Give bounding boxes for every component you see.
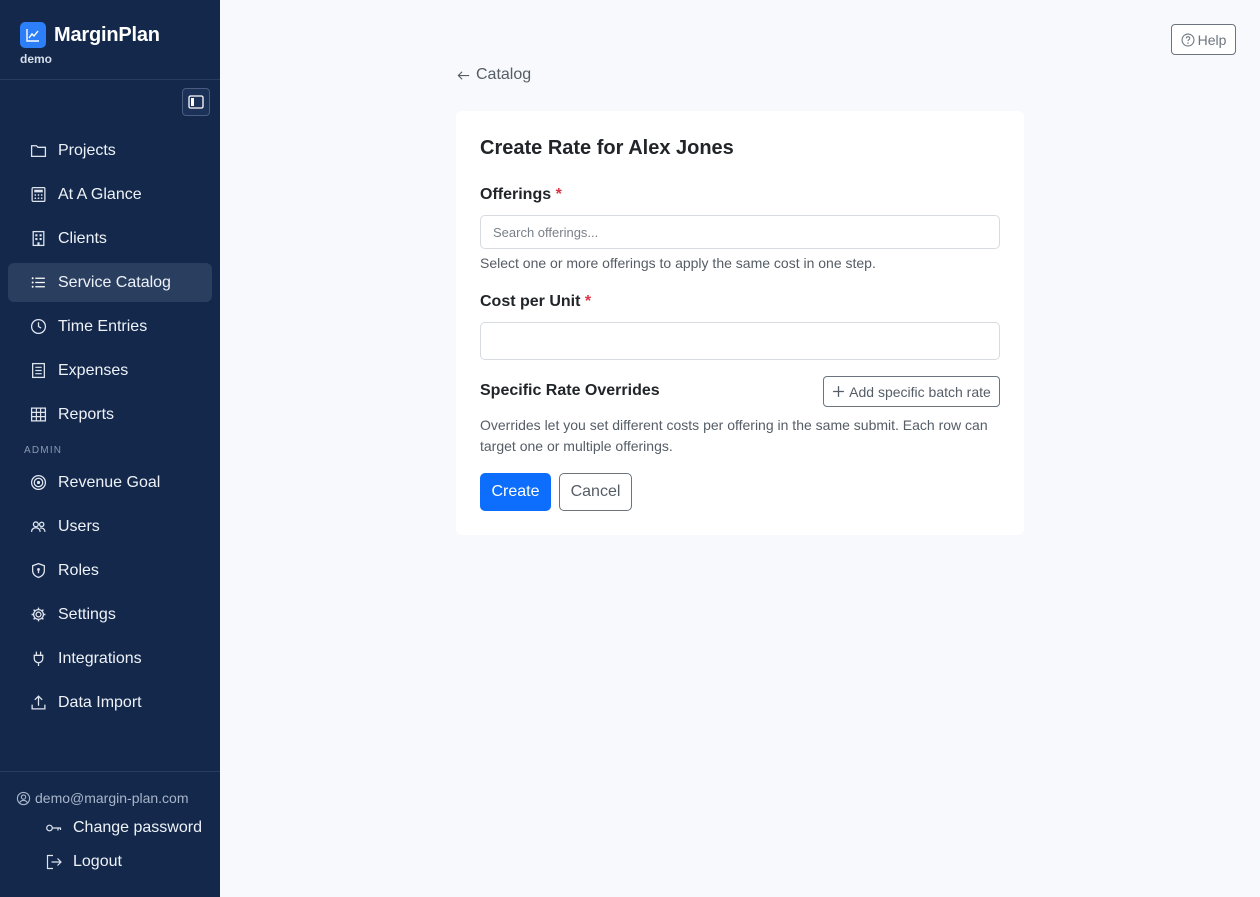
required-mark: * [584,293,592,310]
calculator-icon [29,186,47,204]
sidebar-item-label: Time Entries [58,317,148,335]
target-icon [29,474,47,492]
workspace-name: demo [20,52,53,66]
offerings-label: Offerings * [480,186,562,204]
help-label: Help [1197,31,1227,48]
user-email: demo@margin-plan.com [16,790,189,806]
sidebar-item-label: Roles [58,561,99,579]
offerings-help-text: Select one or more offerings to apply th… [480,255,876,271]
add-specific-batch-rate-button[interactable]: Add specific batch rate [823,376,1000,407]
receipt-icon [29,362,47,380]
overrides-label: Specific Rate Overrides [480,382,660,399]
logout-link[interactable]: Logout [45,853,122,871]
sidebar-item-revenue-goal[interactable]: Revenue Goal [8,463,212,502]
sidebar-item-label: At A Glance [58,185,142,203]
sidebar-item-label: Users [58,517,100,535]
sidebar-item-projects[interactable]: Projects [8,131,212,170]
sidebar-item-label: Revenue Goal [58,473,161,491]
overrides-help-text: Overrides let you set different costs pe… [480,417,988,454]
plus-icon [832,385,845,398]
sidebar-item-reports[interactable]: Reports [8,395,212,434]
sidebar-item-label: Integrations [58,649,142,667]
user-email-text: demo@margin-plan.com [35,790,189,806]
create-rate-card: Create Rate for Alex Jones Offerings * S… [456,111,1024,535]
help-button[interactable]: Help [1171,24,1236,55]
sidebar-item-label: Service Catalog [58,273,171,291]
admin-section-label: ADMIN [24,445,63,456]
back-label: Catalog [476,66,532,83]
sidebar-item-label: Settings [58,605,116,623]
sidebar-item-time-entries[interactable]: Time Entries [8,307,212,346]
shield-icon [29,562,47,580]
table-icon [29,406,47,424]
sidebar-item-expenses[interactable]: Expenses [8,351,212,390]
change-password-label: Change password [73,819,202,836]
divider [0,79,220,80]
offerings-search-input[interactable] [480,215,1000,249]
add-batch-label: Add specific batch rate [849,383,991,400]
cost-label-text: Cost per Unit [480,293,581,310]
brand[interactable]: MarginPlan [20,22,160,48]
sidebar-item-integrations[interactable]: Integrations [8,639,212,678]
building-icon [29,230,47,248]
sidebar-item-data-import[interactable]: Data Import [8,683,212,722]
sidebar-item-settings[interactable]: Settings [8,595,212,634]
collapse-sidebar-button[interactable] [182,88,210,116]
cancel-button[interactable]: Cancel [559,473,632,511]
sidebar: MarginPlan demo Projects At A Glance Cli… [0,0,220,897]
sidebar-item-at-a-glance[interactable]: At A Glance [8,175,212,214]
sidebar-item-users[interactable]: Users [8,507,212,546]
logout-icon [45,853,63,871]
folder-icon [29,142,47,160]
sidebar-item-label: Projects [58,141,116,159]
list-icon [29,274,47,292]
cost-label: Cost per Unit * [480,293,591,311]
brand-name: MarginPlan [54,23,160,46]
back-to-catalog-link[interactable]: Catalog [456,66,531,84]
chart-line-icon [20,22,46,48]
upload-icon [29,694,47,712]
key-icon [45,819,63,837]
gear-icon [29,606,47,624]
page-title: Create Rate for Alex Jones [480,137,734,159]
sidebar-item-service-catalog[interactable]: Service Catalog [8,263,212,302]
sidebar-item-label: Data Import [58,693,142,711]
logout-label: Logout [73,853,122,870]
clock-icon [29,318,47,336]
sidebar-item-clients[interactable]: Clients [8,219,212,258]
sidebar-item-label: Expenses [58,361,129,379]
arrow-left-icon [456,68,471,83]
change-password-link[interactable]: Change password [45,819,202,837]
sidebar-item-label: Clients [58,229,107,247]
question-circle-icon [1181,33,1195,47]
user-circle-icon [16,791,31,806]
divider [0,771,220,772]
offerings-label-text: Offerings [480,186,552,203]
required-mark: * [555,186,562,203]
create-button[interactable]: Create [480,473,551,511]
sidebar-item-label: Reports [58,405,115,423]
cost-per-unit-input[interactable] [480,322,1000,360]
people-icon [29,518,47,536]
plug-icon [29,650,47,668]
sidebar-toggle-icon [188,95,204,109]
sidebar-item-roles[interactable]: Roles [8,551,212,590]
